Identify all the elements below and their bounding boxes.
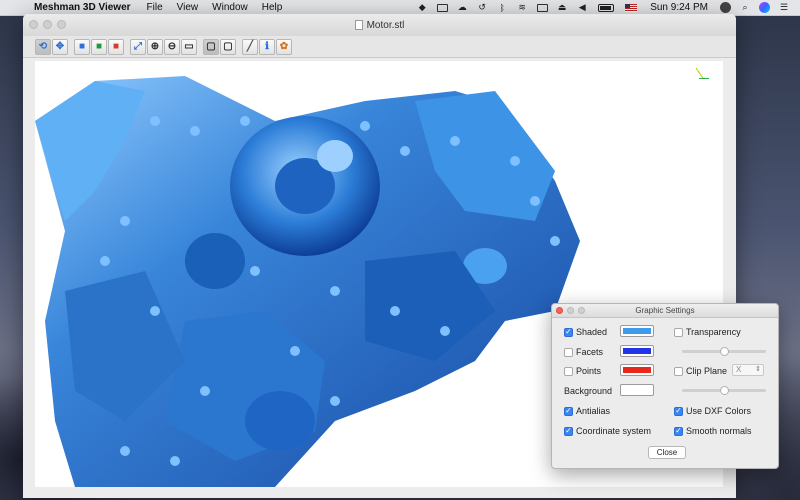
points-label: Points	[576, 366, 602, 376]
points-checkbox[interactable]	[564, 366, 573, 376]
facets-color-well[interactable]	[620, 345, 654, 357]
pan-icon[interactable]: ✥	[52, 38, 68, 55]
volume-icon[interactable]: ◀	[576, 2, 588, 13]
background-color-well[interactable]	[620, 384, 654, 396]
rotate-icon[interactable]: ⟲	[35, 38, 51, 55]
cube-top-icon[interactable]: ■	[91, 38, 107, 55]
zoom-window-icon[interactable]: ▭	[181, 38, 197, 55]
toolbar: ⟲ ✥ ■ ■ ■ ⤢ ⊕ ⊖ ▭ ▢ ▢ ╱ ℹ ✿	[23, 36, 736, 58]
toolbar-group-views: ■ ■ ■	[74, 38, 124, 55]
antialias-row: ✓ Antialias	[564, 406, 610, 416]
use-dxf-colors-checkbox[interactable]: ✓	[674, 406, 683, 416]
zoom-window-button[interactable]	[57, 20, 66, 29]
cube-side-icon[interactable]: ■	[108, 38, 124, 55]
document-icon	[354, 20, 363, 30]
shaded-label: Shaded	[576, 327, 608, 337]
eject-icon[interactable]: ⏏	[556, 2, 568, 13]
use-dxf-colors-label: Use DXF Colors	[686, 406, 752, 416]
transparency-row: Transparency	[674, 327, 741, 337]
smooth-normals-row: ✓ Smooth normals	[674, 426, 752, 436]
spotlight-search-icon[interactable]: ⌕	[739, 2, 751, 13]
chevron-updown-icon: ⇕	[755, 366, 761, 373]
clip-plane-slider[interactable]	[682, 386, 766, 395]
transparency-slider[interactable]	[682, 347, 766, 356]
background-row: Background	[564, 386, 612, 396]
time-machine-icon[interactable]: ↺	[476, 2, 488, 13]
menu-window[interactable]: Window	[205, 2, 255, 13]
antialias-checkbox[interactable]: ✓	[564, 406, 573, 416]
status-area: ◆ ☁ ↺ ᛒ ≋ ⏏ ◀ Sun 9:24 PM ⌕ ☰	[412, 2, 800, 13]
measure-icon[interactable]: ╱	[242, 38, 258, 55]
clip-axis-select[interactable]: X ⇕	[732, 364, 764, 376]
toolbar-group-tools: ╱ ℹ ✿	[242, 38, 292, 55]
clip-axis-value: X	[736, 365, 742, 374]
points-row: Points	[564, 366, 601, 376]
windows-icon[interactable]	[436, 3, 448, 13]
clip-plane-slider-knob[interactable]	[720, 386, 729, 395]
dropbox-icon[interactable]: ◆	[416, 2, 428, 13]
transparency-checkbox[interactable]	[674, 327, 683, 337]
coordinate-axes-icon	[695, 65, 711, 81]
background-label: Background	[564, 386, 613, 396]
facets-label: Facets	[576, 347, 604, 357]
menu-app-name[interactable]: Meshman 3D Viewer	[30, 2, 140, 13]
airplay-icon[interactable]	[536, 3, 548, 13]
use-dxf-colors-row: ✓ Use DXF Colors	[674, 406, 751, 416]
settings-icon[interactable]: ✿	[276, 38, 292, 55]
menu-help[interactable]: Help	[255, 2, 290, 13]
siri-icon[interactable]	[759, 2, 770, 13]
cloud-icon[interactable]: ☁	[456, 2, 468, 13]
smooth-normals-label: Smooth normals	[686, 426, 752, 436]
transparency-label: Transparency	[686, 327, 741, 337]
menu-view[interactable]: View	[170, 2, 206, 13]
zoom-out-icon[interactable]: ⊖	[164, 38, 180, 55]
window-titlebar[interactable]: Motor.stl	[23, 14, 736, 36]
panel-minimize-button[interactable]	[567, 307, 574, 314]
info-icon[interactable]: ℹ	[259, 38, 275, 55]
wifi-icon[interactable]: ≋	[516, 2, 528, 13]
menu-clock[interactable]: Sun 9:24 PM	[642, 2, 716, 13]
ortho-icon[interactable]: ▢	[220, 38, 236, 55]
clip-plane-checkbox[interactable]	[674, 366, 683, 376]
fit-icon[interactable]: ⤢	[130, 38, 146, 55]
antialias-label: Antialias	[576, 406, 611, 416]
shaded-color-well[interactable]	[620, 325, 654, 337]
zoom-in-icon[interactable]: ⊕	[147, 38, 163, 55]
coordinate-system-checkbox[interactable]: ✓	[564, 426, 573, 436]
window-controls	[29, 20, 66, 29]
menu-file[interactable]: File	[140, 2, 170, 13]
shaded-row: ✓ Shaded	[564, 327, 607, 337]
bluetooth-icon[interactable]: ᛒ	[496, 3, 508, 13]
graphic-settings-panel: Graphic Settings ✓ Shaded Transparency F…	[551, 303, 779, 469]
toolbar-group-zoom: ⤢ ⊕ ⊖ ▭	[130, 38, 197, 55]
close-window-button[interactable]	[29, 20, 38, 29]
panel-window-controls	[556, 307, 585, 314]
panel-close-button[interactable]	[556, 307, 563, 314]
coordinate-system-row: ✓ Coordinate system	[564, 426, 651, 436]
panel-title: Graphic Settings	[635, 306, 695, 315]
panel-titlebar[interactable]: Graphic Settings	[552, 304, 778, 318]
notification-center-icon[interactable]: ☰	[778, 2, 790, 13]
shaded-checkbox[interactable]: ✓	[564, 327, 573, 337]
smooth-normals-checkbox[interactable]: ✓	[674, 426, 683, 436]
cube-front-icon[interactable]: ■	[74, 38, 90, 55]
perspective-icon[interactable]: ▢	[203, 38, 219, 55]
points-color-well[interactable]	[620, 364, 654, 376]
coordinate-system-label: Coordinate system	[576, 426, 652, 436]
toolbar-group-projection: ▢ ▢	[203, 38, 236, 55]
clip-plane-label: Clip Plane	[686, 366, 728, 376]
minimize-window-button[interactable]	[43, 20, 52, 29]
facets-row: Facets	[564, 347, 603, 357]
close-button[interactable]: Close	[648, 446, 686, 459]
user-icon[interactable]	[720, 2, 731, 13]
transparency-slider-knob[interactable]	[720, 347, 729, 356]
panel-zoom-button[interactable]	[578, 307, 585, 314]
battery-icon[interactable]	[598, 3, 615, 12]
window-title: Motor.stl	[366, 19, 405, 31]
facets-checkbox[interactable]	[564, 347, 573, 357]
input-source-flag-icon[interactable]	[625, 3, 638, 12]
toolbar-group-navigate: ⟲ ✥	[35, 38, 68, 55]
clip-plane-row: Clip Plane	[674, 366, 727, 376]
